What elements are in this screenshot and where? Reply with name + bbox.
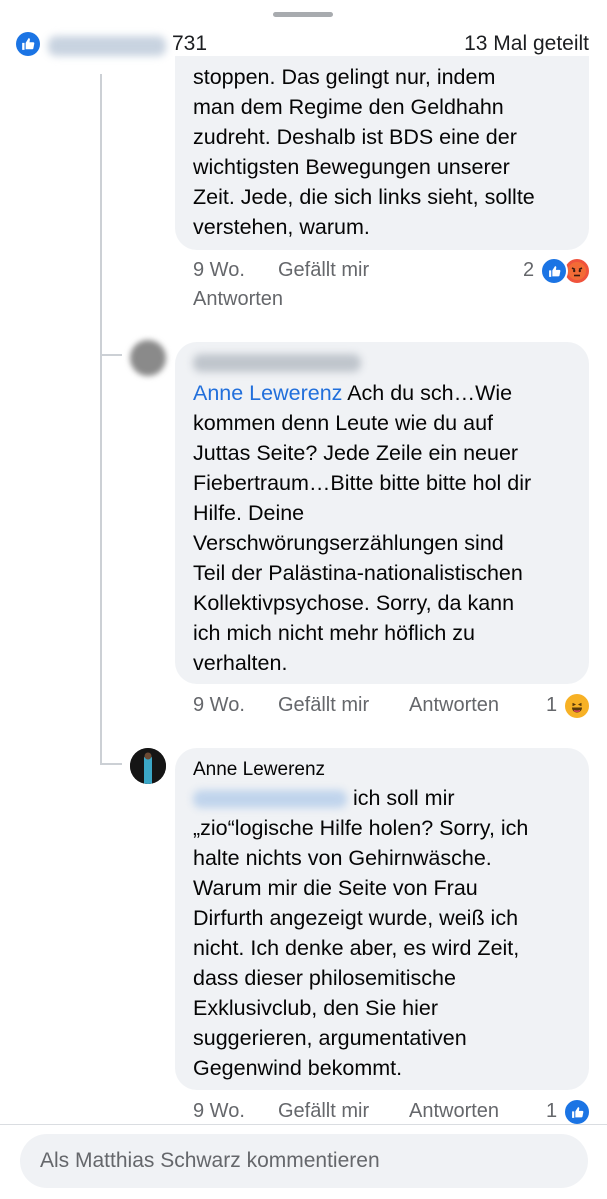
comment-reaction-count[interactable]: 1 — [546, 1100, 557, 1123]
composer-divider — [0, 1124, 607, 1125]
mention-link[interactable]: Anne Lewerenz — [193, 381, 342, 405]
like-icon[interactable] — [16, 32, 40, 56]
thread-line — [100, 74, 102, 764]
timestamp[interactable]: 9 Wo. — [193, 259, 245, 282]
like-button[interactable]: Gefällt mir — [278, 259, 369, 282]
comment-bubble[interactable]: Anne Lewerenz Ach du sch…Wie kommen denn… — [175, 342, 589, 684]
like-icon[interactable] — [540, 257, 568, 285]
comment-bubble[interactable]: Anne Lewerenz ich soll mir „zio“logische… — [175, 748, 589, 1090]
blurred-author-name[interactable] — [193, 354, 361, 372]
like-button[interactable]: Gefällt mir — [278, 694, 369, 717]
avatar[interactable] — [130, 340, 166, 376]
blurred-mention-link[interactable] — [193, 790, 347, 809]
comment-composer[interactable] — [20, 1134, 588, 1188]
reply-button[interactable]: Antworten — [193, 288, 283, 311]
comment-actions: 9 Wo. Gefällt mir Antworten — [193, 694, 593, 722]
reply-button[interactable]: Antworten — [409, 1100, 499, 1123]
blurred-reactor-names — [48, 36, 166, 56]
like-button[interactable]: Gefällt mir — [278, 1100, 369, 1123]
avatar[interactable] — [130, 748, 166, 784]
comment-text: stoppen. Das gelingt nur, indem man dem … — [193, 65, 535, 239]
reaction-count[interactable]: 731 — [172, 32, 207, 56]
comment-input[interactable] — [38, 1148, 572, 1174]
comment-reaction-count[interactable]: 1 — [546, 694, 557, 717]
timestamp[interactable]: 9 Wo. — [193, 694, 245, 717]
comment-reaction-count[interactable]: 2 — [523, 259, 534, 282]
shares-count[interactable]: 13 Mal geteilt — [464, 32, 589, 56]
reply-button[interactable]: Antworten — [409, 694, 499, 717]
thread-branch — [100, 763, 122, 765]
thread-branch — [100, 354, 122, 356]
comment-text: ich soll mir „zio“logische Hilfe holen? … — [193, 786, 529, 1080]
laugh-icon[interactable] — [563, 692, 591, 720]
timestamp[interactable]: 9 Wo. — [193, 1100, 245, 1123]
like-icon[interactable] — [563, 1098, 591, 1126]
comment-text: Anne Lewerenz Ach du sch…Wie kommen denn… — [193, 381, 532, 675]
comment-bubble[interactable]: stoppen. Das gelingt nur, indem man dem … — [175, 56, 589, 250]
drag-handle[interactable] — [273, 12, 333, 17]
comment-author[interactable]: Anne Lewerenz — [193, 757, 571, 783]
